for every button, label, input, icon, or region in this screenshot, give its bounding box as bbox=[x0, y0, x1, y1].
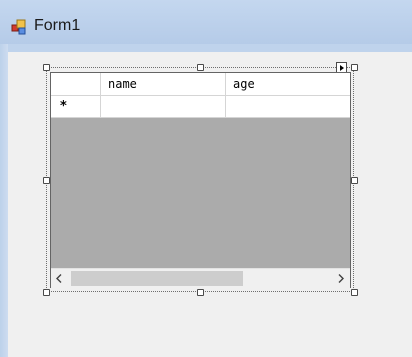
cell-age[interactable] bbox=[226, 96, 350, 117]
resize-handle-right[interactable] bbox=[351, 177, 358, 184]
form-window: Form1 name age * bbox=[0, 0, 412, 357]
window-title: Form1 bbox=[34, 17, 81, 34]
scroll-right-arrow-icon bbox=[338, 274, 344, 283]
column-header-label: name bbox=[108, 77, 137, 91]
scroll-right-button[interactable] bbox=[333, 269, 350, 288]
column-header-label: age bbox=[233, 77, 255, 91]
row-header-corner[interactable] bbox=[51, 73, 101, 95]
column-header-age[interactable]: age bbox=[226, 73, 350, 95]
new-row-marker: * bbox=[60, 99, 67, 114]
title-bar[interactable]: Form1 bbox=[0, 0, 412, 44]
row-header[interactable]: * bbox=[51, 96, 101, 117]
horizontal-scrollbar[interactable] bbox=[51, 268, 350, 288]
resize-handle-bottom-left[interactable] bbox=[43, 289, 50, 296]
smart-tag-arrow-icon bbox=[340, 65, 344, 71]
scroll-left-button[interactable] bbox=[51, 269, 68, 288]
table-row[interactable]: * bbox=[51, 96, 350, 118]
cell-name[interactable] bbox=[101, 96, 226, 117]
resize-handle-top[interactable] bbox=[197, 64, 204, 71]
scroll-left-arrow-icon bbox=[56, 274, 62, 283]
grid-header-row: name age bbox=[51, 73, 350, 96]
column-header-name[interactable]: name bbox=[101, 73, 226, 95]
resize-handle-top-left[interactable] bbox=[43, 64, 50, 71]
resize-handle-left[interactable] bbox=[43, 177, 50, 184]
form-icon bbox=[11, 19, 26, 35]
window-left-border bbox=[0, 44, 8, 357]
designer-surface: Form1 name age * bbox=[0, 0, 412, 357]
scroll-thumb[interactable] bbox=[71, 271, 243, 286]
resize-handle-top-right[interactable] bbox=[351, 64, 358, 71]
resize-handle-bottom-right[interactable] bbox=[351, 289, 358, 296]
data-grid-view[interactable]: name age * bbox=[50, 72, 351, 288]
title-strip bbox=[0, 44, 412, 52]
resize-handle-bottom[interactable] bbox=[197, 289, 204, 296]
